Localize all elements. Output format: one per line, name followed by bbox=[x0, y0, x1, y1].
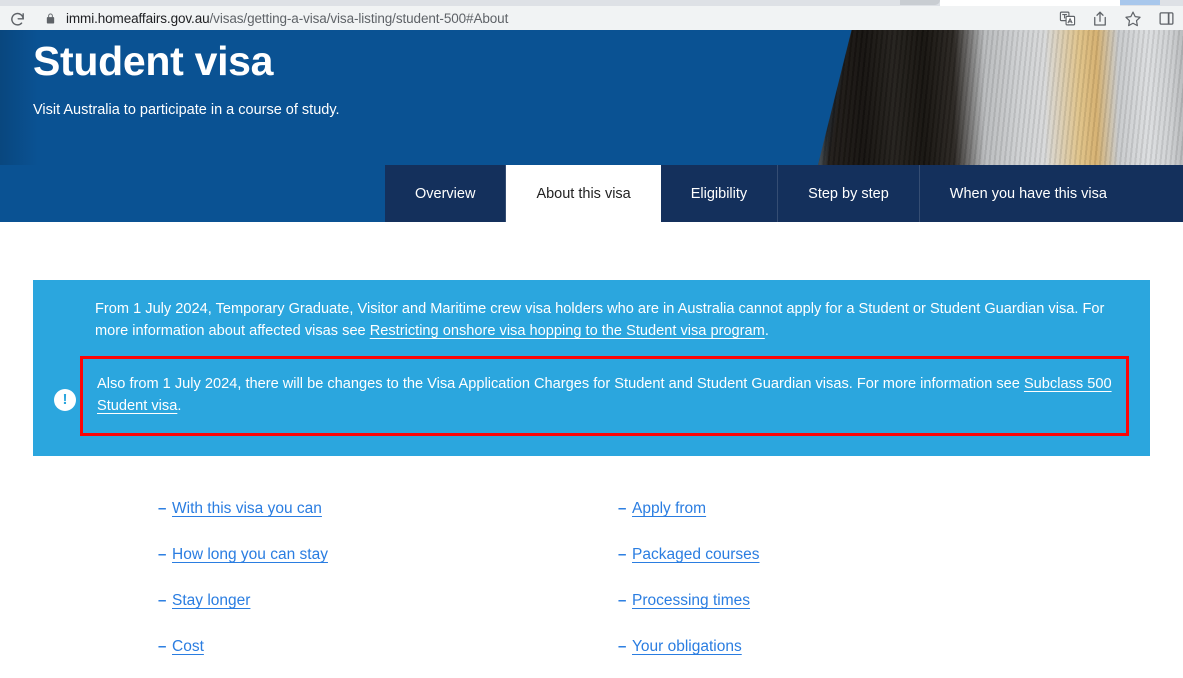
list-item: – Your obligations bbox=[618, 637, 1078, 657]
hero-diagonal-overlay bbox=[750, 30, 880, 168]
list-item: – Stay longer bbox=[158, 591, 618, 611]
dash-bullet-icon: – bbox=[618, 638, 627, 655]
link-processing-times[interactable]: Processing times bbox=[632, 591, 750, 611]
hero-banner: Student visa Visit Australia to particip… bbox=[0, 30, 1183, 168]
address-bar[interactable]: immi.homeaffairs.gov.au/visas/getting-a-… bbox=[32, 7, 1022, 30]
list-item: – Processing times bbox=[618, 591, 1078, 611]
list-item: – Cost bbox=[158, 637, 618, 657]
reload-icon[interactable] bbox=[6, 8, 28, 30]
link-your-obligations[interactable]: Your obligations bbox=[632, 637, 742, 657]
tab-list: Overview About this visa Eligibility Ste… bbox=[385, 165, 1137, 222]
lock-icon bbox=[44, 12, 57, 25]
section-tab-bar: Overview About this visa Eligibility Ste… bbox=[0, 165, 1183, 222]
alert-paragraph-2: Also from 1 July 2024, there will be cha… bbox=[97, 373, 1112, 417]
dash-bullet-icon: – bbox=[618, 592, 627, 609]
tab-eligibility[interactable]: Eligibility bbox=[661, 165, 779, 222]
link-packaged-courses[interactable]: Packaged courses bbox=[632, 545, 760, 565]
dash-bullet-icon: – bbox=[618, 546, 627, 563]
jump-link-columns: – With this visa you can – How long you … bbox=[0, 499, 1183, 678]
page-viewport: Student visa Visit Australia to particip… bbox=[0, 30, 1183, 678]
side-panel-icon[interactable] bbox=[1157, 10, 1175, 28]
dash-bullet-icon: – bbox=[158, 546, 167, 563]
dash-bullet-icon: – bbox=[158, 500, 167, 517]
link-restricting-onshore-visa-hopping[interactable]: Restricting onshore visa hopping to the … bbox=[370, 323, 765, 339]
dash-bullet-icon: – bbox=[158, 638, 167, 655]
alert-p2-text-before: Also from 1 July 2024, there will be cha… bbox=[97, 376, 1024, 392]
tab-bar-left-filler bbox=[0, 165, 385, 222]
dash-bullet-icon: – bbox=[158, 592, 167, 609]
alert-paragraph-1: From 1 July 2024, Temporary Graduate, Vi… bbox=[91, 298, 1130, 342]
link-cost[interactable]: Cost bbox=[172, 637, 204, 657]
jump-links-left: – With this visa you can – How long you … bbox=[158, 499, 618, 678]
tab-when-you-have-this-visa[interactable]: When you have this visa bbox=[920, 165, 1137, 222]
page-subtitle: Visit Australia to participate in a cour… bbox=[33, 102, 340, 118]
page-title: Student visa bbox=[33, 38, 274, 84]
tab-overview[interactable]: Overview bbox=[385, 165, 507, 222]
alert-banner: ! From 1 July 2024, Temporary Graduate, … bbox=[33, 280, 1150, 456]
main-content: ! From 1 July 2024, Temporary Graduate, … bbox=[0, 222, 1183, 678]
browser-toolbar: immi.homeaffairs.gov.au/visas/getting-a-… bbox=[0, 6, 1183, 30]
share-icon[interactable] bbox=[1091, 10, 1109, 28]
link-stay-longer[interactable]: Stay longer bbox=[172, 591, 250, 611]
exclamation-glyph: ! bbox=[62, 391, 68, 408]
jump-links-right: – Apply from – Packaged courses – Proces… bbox=[618, 499, 1078, 678]
list-item: – Packaged courses bbox=[618, 545, 1078, 565]
browser-tab-extra[interactable] bbox=[1120, 0, 1160, 5]
exclamation-icon: ! bbox=[54, 389, 76, 411]
browser-tab-inactive[interactable] bbox=[900, 0, 940, 5]
link-with-this-visa-you-can[interactable]: With this visa you can bbox=[172, 499, 322, 519]
url-path: /visas/getting-a-visa/visa-listing/stude… bbox=[209, 11, 509, 26]
alert-p1-text-after: . bbox=[764, 323, 769, 339]
list-item: – With this visa you can bbox=[158, 499, 618, 519]
alert-p2-text-after: . bbox=[177, 398, 182, 414]
tab-step-by-step[interactable]: Step by step bbox=[778, 165, 920, 222]
link-how-long-you-can-stay[interactable]: How long you can stay bbox=[172, 545, 328, 565]
browser-chrome: immi.homeaffairs.gov.au/visas/getting-a-… bbox=[0, 0, 1183, 30]
dash-bullet-icon: – bbox=[618, 500, 627, 517]
bookmark-star-icon[interactable] bbox=[1124, 10, 1142, 28]
alert-highlight-box: Also from 1 July 2024, there will be cha… bbox=[80, 356, 1129, 436]
list-item: – Apply from bbox=[618, 499, 1078, 519]
link-apply-from[interactable]: Apply from bbox=[632, 499, 706, 519]
translate-icon[interactable] bbox=[1058, 10, 1076, 28]
list-item: – How long you can stay bbox=[158, 545, 618, 565]
url-domain: immi.homeaffairs.gov.au bbox=[66, 11, 210, 26]
toolbar-icon-group bbox=[1058, 7, 1175, 30]
tab-about-this-visa[interactable]: About this visa bbox=[506, 165, 661, 222]
url-text: immi.homeaffairs.gov.au/visas/getting-a-… bbox=[66, 11, 508, 26]
